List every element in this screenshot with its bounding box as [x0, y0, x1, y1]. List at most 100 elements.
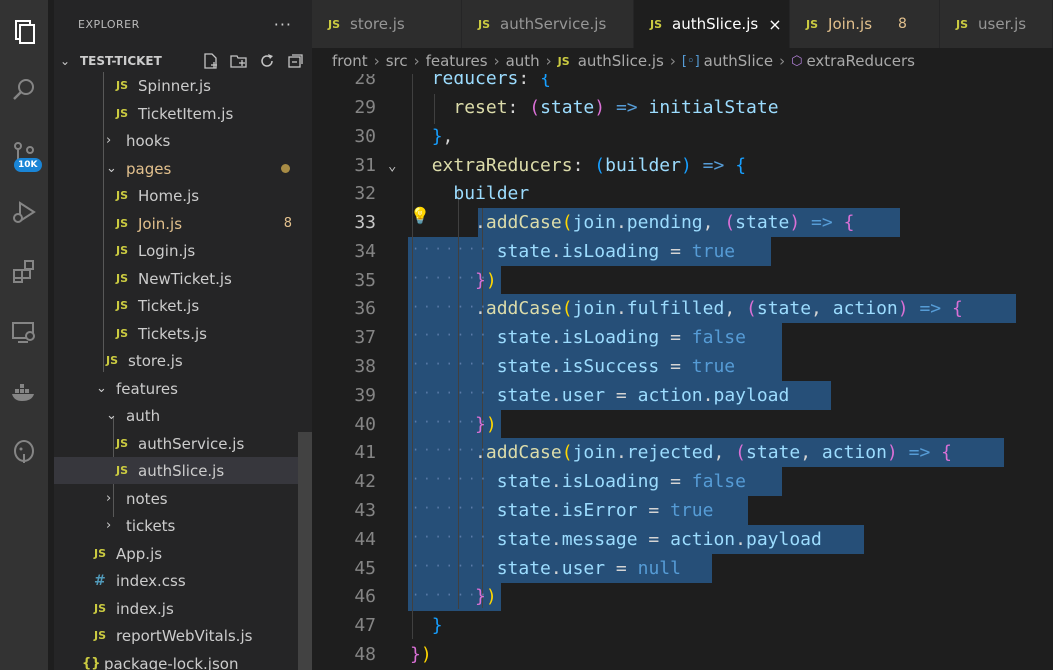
tab-store[interactable]: JS store.js	[312, 0, 462, 48]
symbol-property-icon: ⬡	[791, 53, 803, 69]
extensions-icon[interactable]	[0, 248, 48, 296]
code-line: .addCase(join.pending, (state) => {	[475, 212, 855, 233]
css-file-icon: #	[94, 572, 106, 589]
tree-item-hooks[interactable]: › hooks	[54, 127, 312, 154]
code-editor[interactable]: ······· ······· ······· ······· ······· …	[312, 74, 1053, 670]
tab-user[interactable]: JS user.js	[940, 0, 1053, 48]
postgresql-icon[interactable]	[0, 428, 48, 476]
line-number: 32	[354, 183, 376, 204]
line-number: 34	[354, 241, 376, 262]
code-line: state.isSuccess = true	[496, 356, 736, 377]
tree-item-authslice[interactable]: JS authSlice.js	[54, 457, 312, 484]
source-control-badge: 10K	[14, 158, 42, 172]
breadcrumb-file[interactable]: authSlice.js	[578, 52, 664, 70]
breadcrumb: front › src › features › auth › JS authSlice.…	[332, 52, 915, 70]
code-line: })	[475, 270, 497, 291]
chevron-right-icon: ›	[669, 52, 676, 70]
line-number: 28	[354, 74, 376, 89]
collapse-all-icon[interactable]	[286, 52, 304, 70]
tree-item-tickets-folder[interactable]: › tickets	[54, 512, 312, 539]
line-number: 45	[354, 558, 376, 579]
chevron-right-icon: ›	[106, 133, 112, 148]
breadcrumb-symbol[interactable]: authSlice	[704, 52, 773, 70]
breadcrumb-auth[interactable]: auth	[506, 52, 540, 70]
chevron-right-icon: ›	[493, 52, 500, 70]
breadcrumb-property[interactable]: extraReducers	[806, 52, 915, 70]
explorer-sidebar: EXPLORER ··· ⌄ TEST-TICKET JS Spinner.js …	[54, 0, 312, 670]
remote-explorer-icon[interactable]	[0, 308, 48, 356]
tree-item-index-js[interactable]: JS index.js	[54, 595, 312, 622]
docker-icon[interactable]	[0, 368, 48, 416]
breadcrumb-src[interactable]: src	[386, 52, 408, 70]
code-line: })	[475, 586, 497, 607]
editor-tabs: JS store.js JS authService.js JS authSlice.…	[312, 0, 1053, 48]
line-number: 33	[354, 212, 376, 233]
project-name: TEST-TICKET	[80, 54, 162, 68]
tree-item-features[interactable]: ⌄ features	[54, 375, 312, 402]
line-number: 48	[354, 644, 376, 665]
code-line: state.message = action.payload	[496, 529, 822, 550]
code-line: })	[410, 644, 432, 665]
code-line: state.isLoading = true	[496, 241, 736, 262]
code-line: state.isLoading = false	[496, 471, 746, 492]
explorer-actions	[202, 52, 304, 70]
problem-count: 8	[283, 216, 292, 231]
tree-item-package-lock[interactable]: {} package-lock.json	[54, 650, 312, 670]
code-line: },	[431, 126, 454, 147]
tree-item-app[interactable]: JS App.js	[54, 540, 312, 567]
line-number: 36	[354, 298, 376, 319]
breadcrumb-features[interactable]: features	[426, 52, 488, 70]
line-number: 29	[354, 97, 376, 118]
modified-dot	[281, 164, 290, 173]
chevron-right-icon: ›	[106, 491, 112, 506]
chevron-down-icon: ⌄	[96, 381, 107, 396]
chevron-right-icon: ›	[106, 518, 112, 533]
fold-chevron-icon[interactable]: ⌄	[388, 158, 396, 174]
code-line: reducers: {	[431, 74, 551, 89]
tree-item-login[interactable]: JS Login.js	[54, 237, 312, 264]
tree-item-ticketitem[interactable]: JS TicketItem.js	[54, 100, 312, 127]
tab-authslice[interactable]: JS authSlice.js ×	[634, 0, 790, 48]
tab-authservice[interactable]: JS authService.js	[462, 0, 634, 48]
breadcrumb-front[interactable]: front	[332, 52, 368, 70]
tree-item-newticket[interactable]: JS NewTicket.js	[54, 265, 312, 292]
code-line: extraReducers: (builder) => {	[431, 155, 747, 176]
tree-item-reportwebvitals[interactable]: JS reportWebVitals.js	[54, 622, 312, 649]
tree-item-join[interactable]: JS Join.js 8	[54, 210, 312, 237]
chevron-right-icon: ›	[413, 52, 420, 70]
tree-item-store[interactable]: JS store.js	[54, 347, 312, 374]
tree-item-home[interactable]: JS Home.js	[54, 182, 312, 209]
new-file-icon[interactable]	[202, 52, 220, 70]
tree-item-pages[interactable]: ⌄ pages	[54, 155, 312, 182]
chevron-down-icon: ⌄	[106, 408, 117, 423]
more-actions-icon[interactable]: ···	[274, 15, 292, 34]
tree-item-notes[interactable]: › notes	[54, 485, 312, 512]
json-file-icon: {}	[82, 656, 101, 670]
new-folder-icon[interactable]	[230, 52, 248, 70]
tree-item-tickets[interactable]: JS Tickets.js	[54, 320, 312, 347]
line-number: 39	[354, 385, 376, 406]
tree-item-auth[interactable]: ⌄ auth	[54, 402, 312, 429]
close-icon[interactable]: ×	[768, 15, 781, 34]
source-control-icon[interactable]: 10K	[0, 130, 48, 178]
line-number: 42	[354, 471, 376, 492]
code-line: builder	[453, 183, 530, 204]
run-debug-icon[interactable]	[0, 188, 48, 236]
tab-join[interactable]: JS Join.js 8	[790, 0, 940, 48]
search-icon[interactable]	[0, 66, 48, 114]
chevron-right-icon: ›	[373, 52, 380, 70]
tree-item-authservice[interactable]: JS authService.js	[54, 430, 312, 457]
refresh-icon[interactable]	[258, 52, 276, 70]
code-line: state.user = action.payload	[496, 385, 790, 406]
tree-item-index-css[interactable]: # index.css	[54, 567, 312, 594]
chevron-down-icon: ⌄	[106, 161, 117, 176]
explorer-icon[interactable]	[0, 8, 48, 56]
tree-item-ticket[interactable]: JS Ticket.js	[54, 292, 312, 319]
sidebar-scrollbar[interactable]	[298, 432, 312, 670]
chevron-right-icon: ›	[545, 52, 552, 70]
code-line: .addCase(join.fulfilled, (state, action)…	[475, 298, 963, 319]
code-line: reset: (state) => initialState	[453, 97, 779, 118]
project-header[interactable]: ⌄ TEST-TICKET	[54, 48, 312, 74]
code-line: state.isLoading = false	[496, 327, 746, 348]
tree-item-spinner[interactable]: JS Spinner.js	[54, 72, 312, 99]
